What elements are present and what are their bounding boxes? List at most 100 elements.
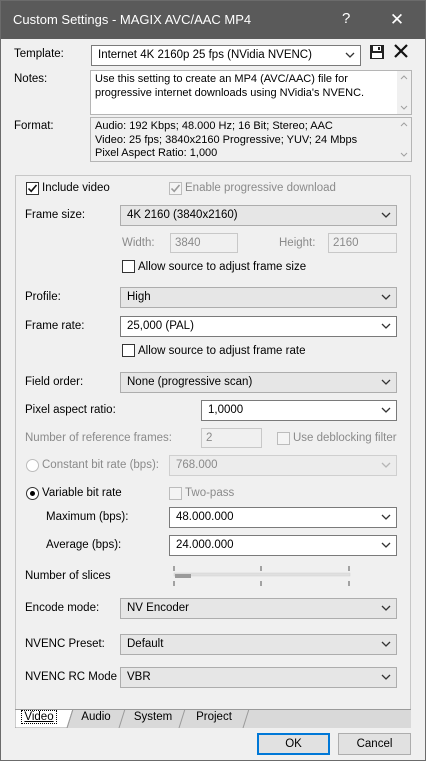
include-video-label: Include video bbox=[42, 182, 110, 194]
notes-text: Use this setting to create an MP4 (AVC/A… bbox=[95, 73, 365, 99]
tab-video[interactable]: Video bbox=[19, 709, 59, 728]
height-label: Height: bbox=[279, 237, 316, 249]
slices-slider-track bbox=[173, 566, 351, 586]
chevron-down-icon bbox=[380, 539, 392, 551]
nvenc-rc-mode-value: VBR bbox=[127, 671, 151, 683]
chevron-down-icon bbox=[380, 291, 392, 303]
field-order-dropdown[interactable]: None (progressive scan) bbox=[120, 372, 397, 393]
format-line: Audio: 192 Kbps; 48.000 Hz; 16 Bit; Ster… bbox=[95, 120, 333, 132]
profile-label: Profile: bbox=[25, 291, 61, 303]
frame-rate-value: 25,000 (PAL) bbox=[127, 320, 194, 332]
progressive-download-label: Enable progressive download bbox=[185, 182, 336, 194]
allow-frame-size-label: Allow source to adjust frame size bbox=[138, 261, 307, 273]
format-label: Format: bbox=[14, 120, 54, 132]
constant-bit-rate-label: Constant bit rate (bps): bbox=[42, 459, 159, 471]
chevron-down-icon bbox=[344, 49, 356, 61]
allow-frame-size-checkbox[interactable] bbox=[122, 260, 135, 273]
format-line: Video: 25 fps; 3840x2160 Progressive; YU… bbox=[95, 133, 358, 146]
reference-frames-label: Number of reference frames: bbox=[25, 432, 173, 444]
slices-slider[interactable] bbox=[171, 564, 353, 588]
radio-selected-dot bbox=[30, 491, 35, 496]
ok-button[interactable]: OK bbox=[257, 733, 330, 755]
close-button[interactable]: ✕ bbox=[382, 8, 412, 32]
average-bps-label: Average (bps): bbox=[46, 539, 122, 551]
format-scrollbar[interactable] bbox=[397, 118, 411, 161]
title-bar[interactable]: Custom Settings - MAGIX AVC/AAC MP4 ? ✕ bbox=[1, 1, 425, 39]
template-dropdown[interactable]: Internet 4K 2160p 25 fps (NVidia NVENC) bbox=[91, 45, 361, 66]
chevron-down-icon bbox=[380, 602, 392, 614]
encode-mode-value: NV Encoder bbox=[127, 602, 190, 614]
nvenc-rc-mode-label: NVENC RC Mode bbox=[25, 671, 118, 683]
height-field[interactable]: 2160 bbox=[328, 233, 397, 253]
checkmark-icon bbox=[170, 184, 181, 193]
encode-mode-label: Encode mode: bbox=[25, 602, 100, 614]
notes-textarea[interactable]: Use this setting to create an MP4 (AVC/A… bbox=[90, 70, 412, 115]
chevron-down-icon bbox=[380, 459, 392, 471]
field-order-value: None (progressive scan) bbox=[127, 376, 253, 388]
reference-frames-field[interactable]: 2 bbox=[201, 428, 262, 448]
average-bps-dropdown[interactable]: 24.000.000 bbox=[169, 535, 397, 556]
template-label: Template: bbox=[14, 48, 64, 60]
maximum-bps-label: Maximum (bps): bbox=[46, 511, 129, 523]
custom-settings-dialog: Custom Settings - MAGIX AVC/AAC MP4 ? ✕ … bbox=[0, 0, 426, 761]
format-line: Pixel Aspect Ratio: 1,000 bbox=[95, 147, 218, 159]
variable-bit-rate-radio[interactable] bbox=[26, 487, 39, 500]
width-label: Width: bbox=[122, 237, 155, 249]
help-button[interactable]: ? bbox=[342, 10, 350, 27]
frame-size-label: Frame size: bbox=[25, 209, 86, 221]
tab-audio[interactable]: Audio bbox=[75, 709, 117, 728]
checkmark-icon bbox=[27, 184, 38, 193]
nvenc-rc-mode-dropdown[interactable]: VBR bbox=[120, 667, 397, 688]
maximum-bps-value: 48.000.000 bbox=[176, 511, 234, 523]
variable-bit-rate-label: Variable bit rate bbox=[42, 487, 122, 499]
frame-size-dropdown[interactable]: 4K 2160 (3840x2160) bbox=[120, 205, 397, 226]
frame-rate-label: Frame rate: bbox=[25, 320, 85, 332]
floppy-disk-icon[interactable] bbox=[369, 44, 385, 60]
width-field[interactable]: 3840 bbox=[170, 233, 238, 253]
deblocking-filter-label: Use deblocking filter bbox=[293, 432, 397, 444]
profile-dropdown[interactable]: High bbox=[120, 287, 397, 308]
chevron-down-icon bbox=[380, 511, 392, 523]
two-pass-checkbox[interactable] bbox=[169, 487, 182, 500]
deblocking-filter-checkbox[interactable] bbox=[277, 432, 290, 445]
pixel-aspect-ratio-value: 1,0000 bbox=[208, 404, 244, 416]
nvenc-preset-value: Default bbox=[127, 638, 164, 650]
constant-bit-rate-radio[interactable] bbox=[26, 459, 39, 472]
average-bps-value: 24.000.000 bbox=[176, 539, 234, 551]
notes-label: Notes: bbox=[14, 73, 48, 85]
reference-frames-value: 2 bbox=[206, 432, 213, 444]
chevron-down-icon bbox=[380, 376, 392, 388]
height-value: 2160 bbox=[333, 237, 359, 249]
cancel-button[interactable]: Cancel bbox=[338, 733, 411, 755]
encode-mode-dropdown[interactable]: NV Encoder bbox=[120, 598, 397, 619]
progressive-download-checkbox[interactable] bbox=[169, 182, 182, 195]
window-title: Custom Settings - MAGIX AVC/AAC MP4 bbox=[13, 12, 252, 27]
nvenc-preset-dropdown[interactable]: Default bbox=[120, 634, 397, 655]
frame-size-value: 4K 2160 (3840x2160) bbox=[127, 209, 238, 221]
x-delete-icon[interactable] bbox=[393, 43, 409, 59]
allow-frame-rate-checkbox[interactable] bbox=[122, 344, 135, 357]
pixel-aspect-ratio-label: Pixel aspect ratio: bbox=[25, 404, 116, 416]
tab-video-label: Video bbox=[21, 710, 57, 724]
allow-frame-rate-label: Allow source to adjust frame rate bbox=[138, 345, 306, 357]
chevron-down-icon bbox=[380, 320, 392, 332]
maximum-bps-dropdown[interactable]: 48.000.000 bbox=[169, 507, 397, 528]
frame-rate-dropdown[interactable]: 25,000 (PAL) bbox=[120, 316, 397, 337]
tab-project[interactable]: Project bbox=[186, 709, 242, 728]
chevron-down-icon bbox=[380, 209, 392, 221]
width-value: 3840 bbox=[175, 237, 201, 249]
field-order-label: Field order: bbox=[25, 376, 84, 388]
profile-value: High bbox=[127, 291, 151, 303]
chevron-down-icon bbox=[380, 671, 392, 683]
constant-bit-rate-dropdown[interactable]: 768.000 bbox=[169, 455, 397, 476]
format-summary: Audio: 192 Kbps; 48.000 Hz; 16 Bit; Ster… bbox=[90, 117, 412, 162]
nvenc-preset-label: NVENC Preset: bbox=[25, 638, 105, 650]
pixel-aspect-ratio-dropdown[interactable]: 1,0000 bbox=[201, 400, 397, 421]
slices-label: Number of slices bbox=[25, 570, 111, 582]
include-video-checkbox[interactable] bbox=[26, 182, 39, 195]
chevron-down-icon bbox=[380, 638, 392, 650]
chevron-down-icon bbox=[380, 404, 392, 416]
tab-system[interactable]: System bbox=[127, 709, 179, 728]
notes-scrollbar[interactable] bbox=[397, 71, 411, 114]
tab-strip: Video Audio System Project bbox=[15, 709, 411, 728]
